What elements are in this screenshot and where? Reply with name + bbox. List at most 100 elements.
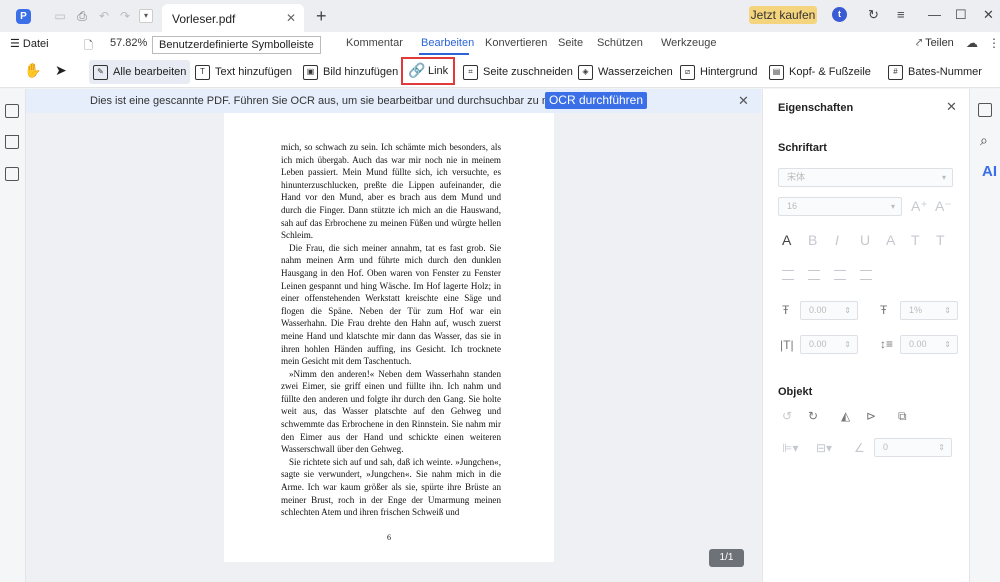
document-tab[interactable]: Vorleser.pdf ✕ [162,4,304,32]
paragraph: mich, so schwach zu sein. Ich schämte mi… [281,142,501,241]
active-tab-indicator [419,53,469,55]
align-left-icon[interactable] [782,270,794,280]
indent-input[interactable]: 0.00 ⇕ [800,335,858,354]
align-center-icon[interactable] [808,270,820,280]
object-section-title: Objekt [778,386,813,398]
buy-now-button[interactable]: Jetzt kaufen [749,6,817,24]
close-notice-icon[interactable]: ✕ [738,93,749,109]
rotation-angle-value: 0 [883,442,889,452]
close-panel-icon[interactable]: ✕ [946,99,957,115]
background-button[interactable]: ⧄ Hintergrund [680,60,757,84]
watermark-button[interactable]: ◈ Wasserzeichen [578,60,673,84]
properties-icon[interactable] [978,103,992,117]
crop-page-label: Seite zuschneiden [483,66,573,78]
menu-icon[interactable]: ≡ [897,7,905,22]
tab-werkzeuge[interactable]: Werkzeuge [661,37,716,49]
font-color-icon[interactable]: A [782,232,791,248]
subscript-icon[interactable]: T [936,232,945,248]
tab-schuetzen[interactable]: Schützen [597,37,643,49]
ai-assistant-icon[interactable]: AI [982,163,997,180]
crop-page-button[interactable]: ⌗ Seite zuschneiden [463,60,573,84]
page-text: mich, so schwach zu sein. Ich schämte mi… [281,141,501,519]
select-tool-icon[interactable]: ➤ [55,62,67,79]
customize-toolbar-dropdown[interactable]: ▾ [139,9,153,23]
tab-bearbeiten[interactable]: Bearbeiten [421,37,474,49]
align-justify-icon[interactable] [860,270,872,280]
paragraph-spacing-input[interactable]: 0.00 ⇕ [900,335,958,354]
link-button[interactable]: 🔗 Link [401,57,456,85]
crop-icon: ⌗ [463,64,478,80]
minimize-icon[interactable]: — [928,7,941,22]
strikethrough-icon[interactable]: A [886,232,895,248]
rotate-right-icon[interactable]: ↻ [808,409,818,423]
rotate-left-icon[interactable]: ↺ [782,409,792,423]
flip-vertical-icon[interactable]: ⊳ [866,409,876,423]
stepper-icon: ⇕ [844,306,851,315]
more-icon[interactable]: ⋮ [988,36,1000,50]
align-objects-icon[interactable]: ⊫▾ [782,441,798,455]
share-button[interactable]: ⤤ Teilen [916,37,954,50]
tab-konvertieren[interactable]: Konvertieren [485,37,547,49]
new-tab-icon[interactable]: + [316,6,327,27]
close-tab-icon[interactable]: ✕ [286,11,296,25]
cloud-icon[interactable]: ☁ [966,36,978,50]
search-icon[interactable]: ⌕ [980,132,988,149]
run-ocr-button[interactable]: OCR durchführen [545,92,647,109]
decrease-font-icon[interactable]: A⁻ [935,198,952,215]
italic-icon[interactable]: I [835,232,839,248]
increase-font-icon[interactable]: A⁺ [911,198,928,215]
file-menu[interactable]: ☰ Datei [10,37,49,50]
align-right-icon[interactable] [834,270,846,280]
line-spacing-value: 1% [909,305,923,315]
line-spacing-input[interactable]: 1% ⇕ [900,301,958,320]
distribute-objects-icon[interactable]: ⊟▾ [816,441,832,455]
bookmark-icon[interactable] [5,135,19,149]
replace-object-icon[interactable]: ⧉ [898,409,907,424]
tab-seite[interactable]: Seite [558,37,583,49]
underline-icon[interactable]: U [860,232,870,248]
header-footer-label: Kopf- & Fußzeile [789,66,871,78]
paragraph: Die Frau, die sich meiner annahm, tat es… [281,242,501,367]
page-counter[interactable]: 1/1 [709,549,744,567]
stepper-icon: ⇕ [944,306,951,315]
tab-kommentar[interactable]: Kommentar [346,37,403,49]
font-family-select[interactable]: 宋体 ▾ [778,168,953,187]
print-icon[interactable]: ⎙ [75,9,89,23]
document-canvas: mich, so schwach zu sein. Ich schämte mi… [26,113,761,582]
indent-icon: |T| [780,338,794,352]
help-icon[interactable]: ↻ [868,7,879,23]
hand-tool-icon[interactable]: ✋ [24,62,41,79]
edit-all-icon: ✎ [93,64,108,80]
hamburger-icon: ☰ [10,38,23,50]
save-icon[interactable]: ▭ [53,9,67,23]
background-label: Hintergrund [700,66,758,78]
bates-icon: # [888,64,903,80]
header-footer-button[interactable]: ▤ Kopf- & Fußzeile [769,60,871,84]
character-spacing-input[interactable]: 0.00 ⇕ [800,301,858,320]
redo-icon[interactable]: ↷ [118,9,132,23]
title-bar: P ▭ ⎙ ↶ ↷ ▾ Vorleser.pdf ✕ + Jetzt kaufe… [0,0,1000,32]
bates-number-button[interactable]: # Bates-Nummer [888,60,982,84]
superscript-icon[interactable]: T [911,232,920,248]
pdf-page[interactable]: mich, so schwach zu sein. Ich schämte mi… [224,113,554,562]
header-footer-icon: ▤ [769,64,784,80]
page-icon[interactable]: 🗋 [84,37,93,56]
edit-all-button[interactable]: ✎ Alle bearbeiten [89,60,191,84]
bold-icon[interactable]: B [808,232,817,248]
thumbnails-icon[interactable] [5,104,19,118]
avatar[interactable]: t [832,7,847,22]
maximize-icon[interactable]: ☐ [955,7,967,23]
font-size-select[interactable]: 16 ▾ [778,197,902,216]
add-image-button[interactable]: ▣ Bild hinzufügen [303,60,398,84]
add-text-button[interactable]: T Text hinzufügen [195,60,292,84]
add-text-label: Text hinzufügen [215,66,293,78]
paragraph: »Nimm den anderen!« Neben dem Wasserhahn… [281,368,501,455]
flip-horizontal-icon[interactable]: ◭ [841,409,850,423]
rotation-angle-input[interactable]: 0 ⇕ [874,438,952,457]
zoom-level[interactable]: 57.82% [110,37,147,49]
close-window-icon[interactable]: ✕ [983,7,994,23]
undo-icon[interactable]: ↶ [97,9,111,23]
share-label: Teilen [925,37,954,49]
indent-value: 0.00 [809,339,827,349]
comment-icon[interactable] [5,167,19,181]
